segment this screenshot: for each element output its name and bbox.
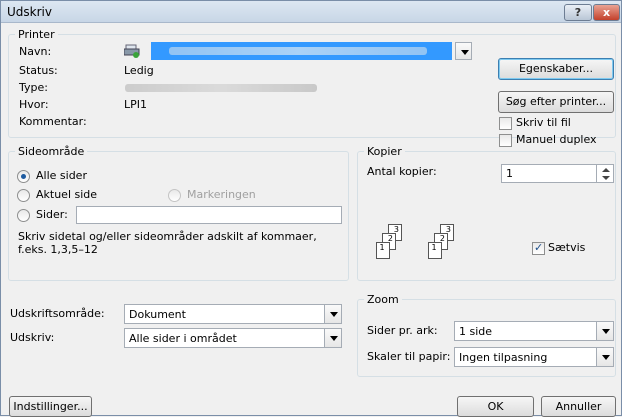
- chevron-down-icon[interactable]: [455, 42, 472, 60]
- print-to-file-label[interactable]: Skriv til fil: [516, 116, 571, 129]
- page-range-hint-2: f.eks. 1,3,5–12: [18, 243, 98, 256]
- chevron-down-icon[interactable]: [324, 305, 341, 323]
- print-label: Udskriv:: [10, 331, 55, 344]
- collate-checkbox[interactable]: [532, 241, 545, 255]
- options-button[interactable]: Indstillinger...: [9, 396, 92, 417]
- printer-status-label: Status:: [19, 64, 58, 77]
- manual-duplex-checkbox[interactable]: [499, 134, 512, 147]
- copies-group-title: Kopier: [364, 145, 405, 158]
- copies-spinner-icon[interactable]: [596, 165, 613, 183]
- chevron-down-icon[interactable]: [596, 348, 613, 366]
- current-page-label[interactable]: Aktuel side: [36, 188, 97, 201]
- window-title: Udskriv: [7, 5, 52, 19]
- printer-comment-label: Kommentar:: [19, 115, 87, 128]
- manual-duplex-label[interactable]: Manuel duplex: [516, 133, 597, 146]
- current-page-radio[interactable]: [17, 189, 30, 202]
- properties-button[interactable]: Egenskaber...: [498, 58, 614, 80]
- ok-button[interactable]: OK: [457, 396, 534, 417]
- printer-group-title: Printer: [15, 28, 58, 41]
- print-dialog: Udskriv ? x Printer Navn: Status: Ledig …: [0, 0, 622, 417]
- copies-count-label: Antal kopier:: [367, 165, 437, 178]
- printer-type-redacted: [125, 84, 317, 92]
- scale-value: Ingen tilpasning: [459, 351, 548, 364]
- collate-label[interactable]: Sætvis: [548, 241, 585, 254]
- pages-radio[interactable]: [17, 209, 30, 222]
- all-pages-label[interactable]: Alle sider: [36, 169, 87, 182]
- selection-radio: [168, 189, 181, 202]
- title-bar: Udskriv ? x: [1, 1, 621, 23]
- scale-select[interactable]: Ingen tilpasning: [454, 347, 614, 367]
- all-pages-radio[interactable]: [17, 170, 30, 183]
- printer-where-label: Hvor:: [19, 98, 49, 111]
- cancel-button[interactable]: Annuller: [541, 396, 616, 417]
- copies-count-input[interactable]: 1: [501, 164, 614, 183]
- scale-label: Skaler til papir:: [367, 350, 451, 363]
- pages-per-sheet-value: 1 side: [459, 325, 493, 338]
- print-value: Alle sider i området: [129, 332, 237, 345]
- printer-name-label: Navn:: [19, 45, 52, 58]
- print-to-file-checkbox[interactable]: [499, 117, 512, 130]
- find-printer-button[interactable]: Søg efter printer...: [498, 91, 614, 113]
- page-range-group-title: Sideområde: [15, 145, 88, 158]
- chevron-down-icon[interactable]: [596, 322, 613, 340]
- printer-status-value: Ledig: [124, 64, 154, 77]
- print-what-value: Dokument: [129, 308, 186, 321]
- pages-per-sheet-label: Sider pr. ark:: [367, 324, 438, 337]
- print-what-label: Udskriftsområde:: [10, 307, 105, 320]
- help-button[interactable]: ?: [564, 4, 592, 21]
- chevron-down-icon[interactable]: [324, 329, 341, 347]
- pages-per-sheet-select[interactable]: 1 side: [454, 321, 614, 341]
- printer-name-select[interactable]: [151, 42, 472, 61]
- pages-label[interactable]: Sider:: [36, 208, 68, 221]
- printer-where-value: LPI1: [124, 98, 148, 111]
- printer-name-redacted: [169, 47, 427, 55]
- print-select[interactable]: Alle sider i området: [124, 328, 342, 348]
- zoom-group-title: Zoom: [364, 293, 402, 306]
- printer-type-label: Type:: [19, 81, 48, 94]
- pages-input[interactable]: [76, 206, 342, 224]
- copies-count-value: 1: [506, 167, 513, 180]
- print-what-select[interactable]: Dokument: [124, 304, 342, 324]
- selection-label: Markeringen: [187, 188, 256, 201]
- close-button[interactable]: x: [593, 4, 620, 21]
- printer-icon: [123, 44, 140, 58]
- page-range-hint-1: Skriv sidetal og/eller sideområder adski…: [18, 230, 317, 243]
